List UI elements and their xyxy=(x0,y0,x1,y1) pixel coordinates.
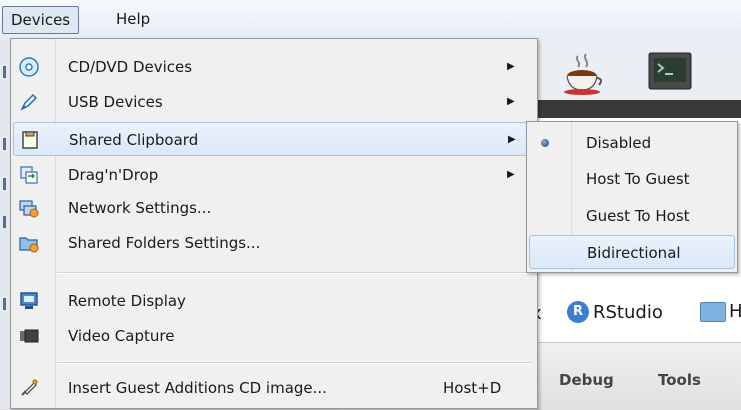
menu-item-label: CD/DVD Devices xyxy=(68,58,193,76)
guest-additions-icon xyxy=(21,379,38,396)
bookmark-folder[interactable]: H xyxy=(700,301,741,322)
rstudio-icon: R xyxy=(567,301,589,323)
submenu-item-label: Guest To Host xyxy=(586,207,690,225)
menu-item-label: Shared Folders Settings... xyxy=(68,234,261,252)
menu-item-shared-folders-settings[interactable]: Shared Folders Settings... xyxy=(13,226,535,260)
submenu-item-guest-to-host[interactable]: Guest To Host xyxy=(529,199,735,233)
submenu-arrow-icon: ▶ xyxy=(507,61,515,72)
submenu-item-disabled[interactable]: Disabled xyxy=(529,126,735,160)
submenu-item-label: Disabled xyxy=(586,134,652,152)
shared-folders-icon xyxy=(19,237,39,253)
network-settings-icon xyxy=(19,200,39,218)
menu-separator xyxy=(57,272,533,274)
menu-item-cd-dvd-devices[interactable]: CD/DVD Devices ▶ xyxy=(13,50,535,84)
bookmark-rstudio-label: RStudio xyxy=(593,301,663,323)
window-left-edge xyxy=(0,38,10,409)
radio-selected-icon xyxy=(541,139,549,147)
bookmark-rstudio[interactable]: R RStudio xyxy=(567,301,663,323)
menu-item-label: Drag'n'Drop xyxy=(68,166,159,184)
drag-drop-icon xyxy=(20,166,38,184)
menu-item-shared-clipboard[interactable]: Shared Clipboard ▶ xyxy=(13,122,535,156)
submenu-arrow-icon: ▶ xyxy=(507,169,515,180)
usb-icon xyxy=(20,94,37,111)
menu-item-label: Insert Guest Additions CD image... xyxy=(68,379,327,397)
menu-item-drag-n-drop[interactable]: Drag'n'Drop ▶ xyxy=(13,158,535,192)
menu-item-usb-devices[interactable]: USB Devices ▶ xyxy=(13,85,535,119)
menu-item-label: USB Devices xyxy=(68,93,163,111)
submenu-arrow-icon: ▶ xyxy=(508,134,516,145)
menu-separator xyxy=(57,362,533,364)
shortcut-label: Host+D xyxy=(443,379,502,397)
submenu-item-bidirectional[interactable]: Bidirectional xyxy=(529,235,735,269)
submenu-item-label: Host To Guest xyxy=(586,170,690,188)
remote-display-icon xyxy=(20,292,38,309)
video-capture-icon xyxy=(20,329,39,343)
cd-dvd-icon xyxy=(19,57,39,77)
clipboard-icon xyxy=(22,131,38,149)
menu-item-insert-guest-additions[interactable]: Insert Guest Additions CD image... Host+… xyxy=(13,371,535,405)
submenu-arrow-icon: ▶ xyxy=(507,96,515,107)
tab-debug[interactable]: Debug xyxy=(559,371,614,389)
coffee-cup-icon[interactable] xyxy=(560,50,606,96)
tab-tools[interactable]: Tools xyxy=(658,371,701,389)
menu-item-label: Remote Display xyxy=(68,292,186,310)
menu-item-remote-display[interactable]: Remote Display xyxy=(13,284,535,318)
devices-menu: CD/DVD Devices ▶ USB Devices ▶ Shared Cl… xyxy=(10,38,538,409)
menu-item-network-settings[interactable]: Network Settings... xyxy=(13,191,535,225)
menu-item-label: Shared Clipboard xyxy=(69,131,199,149)
menu-item-label: Network Settings... xyxy=(68,199,212,217)
submenu-item-label: Bidirectional xyxy=(587,244,681,262)
menu-devices[interactable]: Devices xyxy=(2,6,80,34)
menubar: Devices Help xyxy=(0,0,741,39)
menu-item-video-capture[interactable]: Video Capture xyxy=(13,319,535,353)
shared-clipboard-submenu: Disabled Host To Guest Guest To Host Bid… xyxy=(526,121,738,273)
bookmark-folder-label: H xyxy=(729,301,741,322)
folder-icon xyxy=(700,301,726,322)
terminal-icon[interactable] xyxy=(648,52,692,92)
menu-item-label: Video Capture xyxy=(68,327,175,345)
submenu-item-host-to-guest[interactable]: Host To Guest xyxy=(529,162,735,196)
menu-help[interactable]: Help xyxy=(108,6,158,32)
